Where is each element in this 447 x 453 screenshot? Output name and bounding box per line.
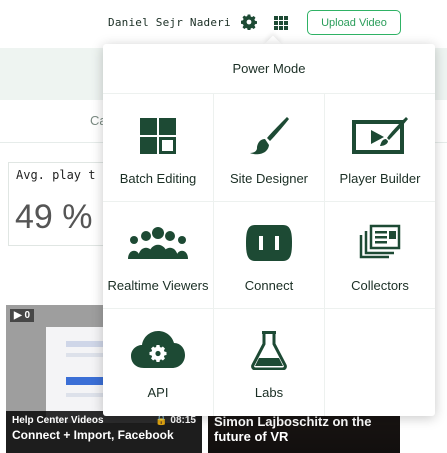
popup-title: Power Mode — [103, 44, 435, 94]
tile-label: Connect — [244, 278, 294, 293]
tile-labs[interactable]: Labs — [214, 309, 324, 416]
people-icon — [128, 227, 188, 259]
tile-player-builder[interactable]: Player Builder — [325, 95, 435, 202]
tile-realtime-viewers[interactable]: Realtime Viewers — [103, 202, 213, 309]
paintbrush-icon — [250, 117, 289, 155]
top-bar: Daniel Sejr Naderi Upload Video — [0, 0, 447, 48]
tile-label: Player Builder — [339, 171, 421, 186]
tile-label: API — [147, 385, 169, 400]
gear-icon[interactable] — [241, 14, 257, 30]
tile-api[interactable]: API — [103, 309, 213, 416]
player-builder-icon — [352, 117, 408, 154]
video-card-footer: Simon Lajboschitz on the future of VR — [208, 411, 400, 453]
tile-batch-editing[interactable]: Batch Editing — [103, 95, 213, 202]
power-mode-popup: Power Mode Batch Editing Site Designer P… — [103, 44, 435, 416]
tile-collectors[interactable]: Collectors — [325, 202, 435, 309]
batch-editing-icon — [140, 118, 176, 154]
apps-grid-icon[interactable] — [274, 16, 288, 30]
video-title: Connect + Import, Facebook — [12, 428, 174, 442]
tile-label: Batch Editing — [119, 171, 197, 186]
video-card-footer: Help Center Videos 🔒 08:15 Connect + Imp… — [6, 411, 202, 453]
tile-site-designer[interactable]: Site Designer — [214, 95, 324, 202]
stat-label: Avg. play t — [16, 168, 96, 182]
tile-label: Collectors — [351, 278, 409, 293]
tile-label: Labs — [254, 385, 284, 400]
stat-value: 49 % — [15, 198, 93, 236]
tile-connect[interactable]: Connect — [214, 202, 324, 309]
upload-video-button[interactable]: Upload Video — [307, 10, 401, 35]
video-duration: 🔒 08:15 — [155, 415, 196, 426]
video-title: Simon Lajboschitz on the future of VR — [214, 414, 372, 444]
flask-icon — [251, 331, 287, 370]
collectors-icon — [359, 224, 401, 259]
play-count: ▶ 0 — [10, 309, 35, 322]
cloud-gear-icon — [131, 331, 185, 368]
user-name[interactable]: Daniel Sejr Naderi — [108, 16, 231, 29]
plug-icon — [246, 225, 292, 261]
tile-label: Site Designer — [229, 171, 309, 186]
tile-label: Realtime Viewers — [107, 278, 209, 293]
